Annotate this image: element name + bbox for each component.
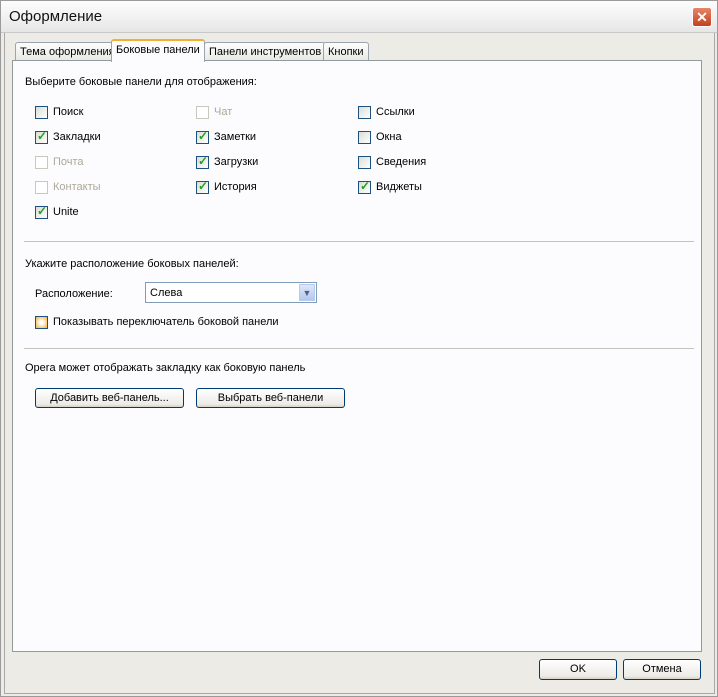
checkbox-1[interactable]: ✓ [35, 129, 48, 144]
web-panel-text: Opera может отображать закладку как боко… [25, 362, 306, 374]
position-heading: Укажите расположение боковых панелей: [25, 258, 239, 270]
show-switcher-label: Показывать переключатель боковой панели [53, 316, 279, 328]
checkbox-label: Почта [53, 156, 84, 168]
checkbox-label: Чат [214, 106, 233, 118]
position-value: Слева [150, 287, 183, 299]
checkbox-label: Закладки [53, 131, 101, 143]
checkbox-label: Сведения [376, 156, 427, 168]
checkbox-9[interactable] [358, 106, 371, 119]
tab-panel [12, 60, 702, 652]
tab-toolbars[interactable]: Панели инструментов [204, 42, 327, 61]
divider [24, 241, 694, 242]
checkbox-label: Заметки [214, 131, 257, 143]
position-label: Расположение: [35, 288, 113, 300]
tab-buttons[interactable]: Кнопки [323, 42, 369, 61]
panels-heading: Выберите боковые панели для отображения: [25, 76, 257, 88]
check-icon: ✓ [37, 204, 48, 218]
close-icon[interactable]: ✕ [692, 7, 712, 27]
add-web-panel-button[interactable]: Добавить веб-панель... [35, 388, 184, 408]
position-select[interactable]: Слева ▼ [145, 282, 317, 303]
checkbox-label: Загрузки [214, 156, 259, 168]
checkbox-7[interactable]: ✓ [196, 154, 209, 169]
show-switcher-checkbox[interactable] [35, 316, 48, 329]
checkbox-label: Unite [53, 206, 79, 218]
checkbox-8[interactable]: ✓ [196, 179, 209, 194]
checkbox-3 [35, 181, 48, 194]
checkbox-10[interactable] [358, 131, 371, 144]
checkbox-12[interactable]: ✓ [358, 179, 371, 194]
tab-panels[interactable]: Боковые панели [111, 39, 205, 62]
window-title: Оформление [9, 8, 103, 25]
checkbox-4[interactable]: ✓ [35, 204, 48, 219]
checkbox-label: История [214, 181, 257, 193]
check-icon: ✓ [198, 129, 209, 143]
check-icon: ✓ [360, 179, 371, 193]
chevron-down-icon[interactable]: ▼ [299, 284, 315, 301]
checkbox-label: Окна [376, 131, 402, 143]
title-bar: Оформление ✕ [1, 1, 717, 33]
checkbox-11[interactable] [358, 156, 371, 169]
checkbox-5 [196, 106, 209, 119]
check-icon: ✓ [198, 179, 209, 193]
checkbox-2 [35, 156, 48, 169]
tab-theme[interactable]: Тема оформления [15, 42, 120, 61]
choose-web-panels-button[interactable]: Выбрать веб-панели [196, 388, 345, 408]
check-icon: ✓ [37, 129, 48, 143]
checkbox-6[interactable]: ✓ [196, 129, 209, 144]
ok-button[interactable]: OK [539, 659, 617, 680]
checkbox-0[interactable] [35, 106, 48, 119]
cancel-button[interactable]: Отмена [623, 659, 701, 680]
checkbox-label: Виджеты [376, 181, 422, 193]
divider [24, 348, 694, 349]
checkbox-label: Поиск [53, 106, 84, 118]
checkbox-label: Контакты [53, 181, 101, 193]
checkbox-label: Ссылки [376, 106, 415, 118]
check-icon: ✓ [198, 154, 209, 168]
